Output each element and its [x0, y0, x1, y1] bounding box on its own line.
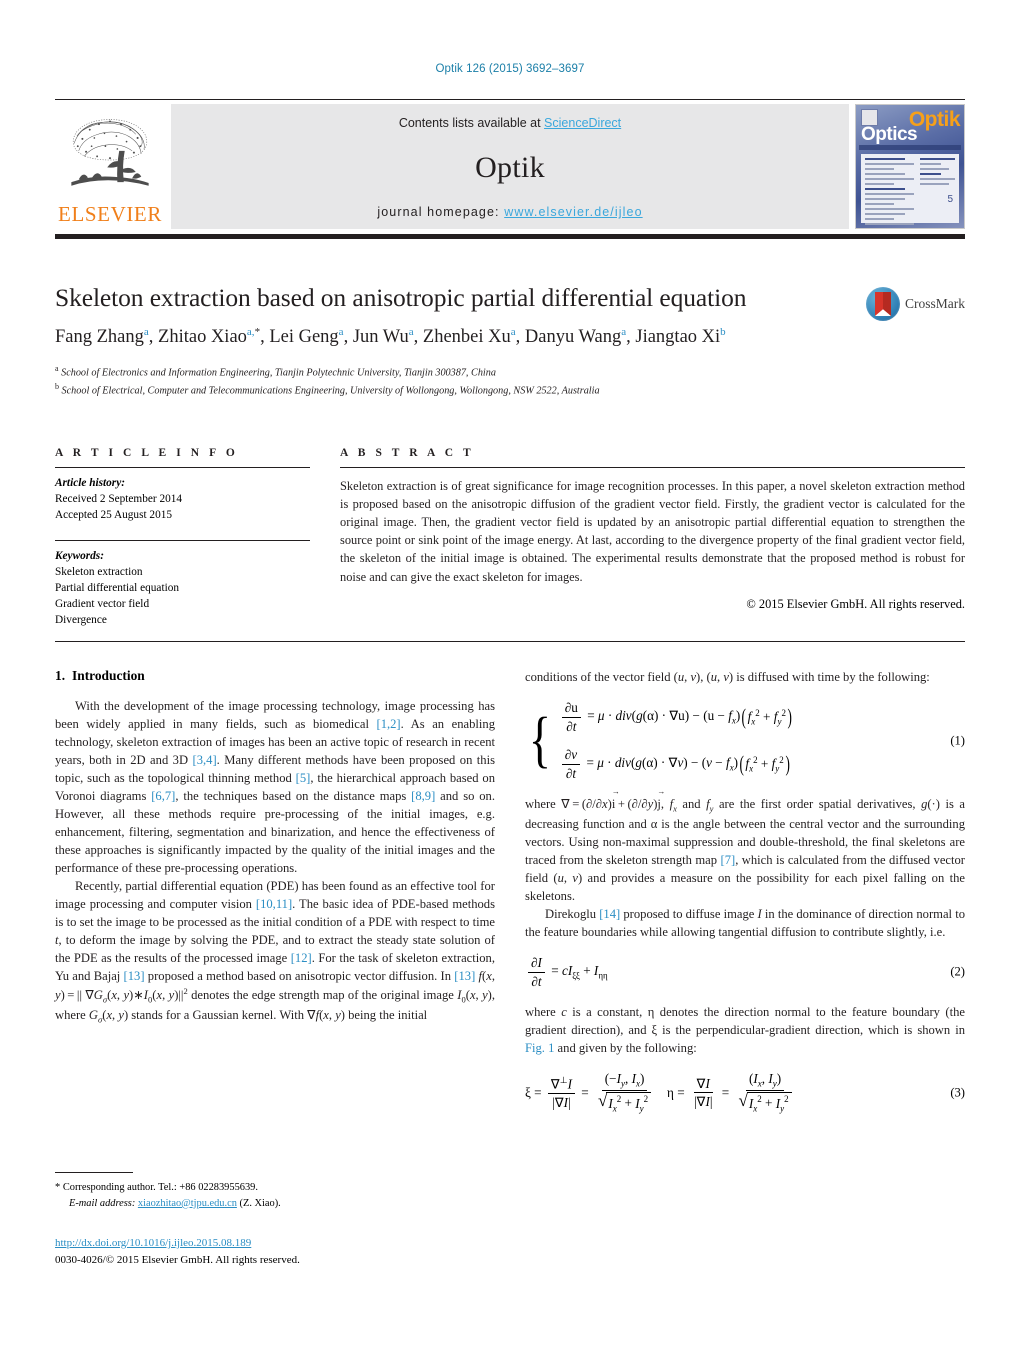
footnote-star: * [55, 1182, 61, 1193]
footnote-email-label: E-mail address: [69, 1197, 136, 1209]
article-info-rule [55, 467, 310, 468]
journal-homepage-link[interactable]: www.elsevier.de/ijleo [504, 205, 642, 219]
title-block: Skeleton extraction based on anisotropic… [55, 283, 965, 398]
history-accepted: Accepted 25 August 2015 [55, 509, 173, 522]
contents-prefix: Contents lists available at [398, 116, 545, 130]
equation-1: { ∂u ∂t = μ · div(g(α) · ∇u) − (u − fx) (… [525, 700, 965, 781]
cover-title-optics: Optics [861, 124, 918, 145]
section-title: Introduction [72, 668, 145, 683]
keyword-item: Divergence [55, 614, 107, 627]
intro-paragraph-1: With the development of the image proces… [55, 699, 496, 875]
keyword-item: Partial differential equation [55, 582, 180, 595]
journal-masthead: ELSEVIER Contents lists available at Sci… [55, 99, 965, 239]
cover-stripe [859, 145, 961, 150]
left-column: 1. Introduction With the development of t… [55, 668, 495, 1128]
author-list: Fang Zhanga, Zhitao Xiaoa,*, Lei Genga, … [55, 326, 726, 348]
doi-block: http://dx.doi.org/10.1016/j.ijleo.2015.0… [55, 1235, 495, 1268]
abstract-rule [340, 467, 965, 468]
masthead-bottom-rule [55, 234, 965, 239]
affiliation-b: b School of Electrical, Computer and Tel… [55, 381, 965, 399]
crossmark-badge[interactable]: CrossMark [866, 287, 965, 321]
keywords-rule [55, 540, 310, 542]
cover-issue-number: 5 [947, 194, 953, 205]
journal-cover-thumbnail: Optik Optics 5 [855, 104, 965, 229]
corresponding-author-footnote: * Corresponding author. Tel.: +86 022839… [55, 1172, 495, 1211]
equation-1-brace: { [528, 705, 552, 774]
crossmark-icon [866, 287, 900, 321]
equation-3-body: ξ = ∇⊥I |∇I| = (−Iy, Ix) √ Ix2 + Iy2 η = ∇… [525, 1071, 798, 1114]
page-title: Skeleton extraction based on anisotropic… [55, 283, 747, 312]
footnote-email-suffix: (Z. Xiao). [239, 1197, 281, 1209]
cover-contents-panel: 5 [861, 154, 959, 225]
running-head: Optik 126 (2015) 3692–3697 [435, 63, 585, 75]
intro-paragraph-2: Recently, partial differential equation … [55, 879, 495, 1025]
elsevier-tree-icon [71, 119, 149, 186]
article-info-heading: A R T I C L E I N F O [55, 447, 239, 459]
affiliation-a: a School of Electronics and Information … [55, 363, 965, 381]
affiliations: a School of Electronics and Information … [55, 363, 965, 398]
section-heading-introduction: 1. Introduction [55, 668, 495, 684]
footnote-rule [55, 1172, 133, 1173]
cover-column-left [865, 158, 914, 225]
masthead-top-rule [55, 99, 965, 100]
doi-link[interactable]: http://dx.doi.org/10.1016/j.ijleo.2015.0… [55, 1237, 251, 1249]
footnote-corresponding-line: * Corresponding author. Tel.: +86 022839… [55, 1180, 495, 1196]
article-history-label: Article history: [55, 477, 125, 489]
homepage-prefix: journal homepage: [377, 205, 500, 219]
info-abstract-block: A R T I C L E I N F O Article history: R… [55, 447, 965, 628]
abstract-copyright: © 2015 Elsevier GmbH. All rights reserve… [746, 596, 965, 611]
issn-copyright-line: 0030-4026/© 2015 Elsevier GmbH. All righ… [55, 1253, 300, 1266]
abstract-heading: A B S T R A C T [340, 447, 475, 459]
contents-available-line: Contents lists available at ScienceDirec… [399, 116, 621, 130]
sciencedirect-link[interactable]: ScienceDirect [544, 116, 621, 130]
article-history: Article history: Received 2 September 20… [55, 475, 310, 523]
elsevier-logo: ELSEVIER [55, 104, 165, 229]
paper-page: Optik 126 (2015) 3692–3697 ELSEVIER Cont… [0, 0, 1020, 1351]
cover-column-right [919, 158, 955, 219]
crossmark-label: CrossMark [905, 296, 965, 311]
equation-2-body: ∂I ∂t = cIξξ + Iηη [525, 955, 608, 989]
footnote-body: * Corresponding author. Tel.: +86 022839… [55, 1180, 495, 1211]
article-info-column: A R T I C L E I N F O Article history: R… [55, 447, 310, 628]
equation-1-number: (1) [950, 733, 965, 748]
equation-2: ∂I ∂t = cIξξ + Iηη (2) [525, 955, 965, 989]
equation-3: ξ = ∇⊥I |∇I| = (−Iy, Ix) √ Ix2 + Iy2 η = ∇… [525, 1071, 965, 1114]
section-number: 1. [55, 668, 66, 683]
equation-3-number: (3) [950, 1085, 965, 1100]
right-column: conditions of the vector field (u, v), (… [525, 668, 965, 1128]
right-paragraph-1: conditions of the vector field (u, v), (… [525, 670, 930, 684]
footnote-email-link[interactable]: xiaozhitao@tjpu.edu.cn [138, 1198, 237, 1209]
equation-1-line-2: ∂v ∂t = μ · div(g(α) · ∇v) − (v − fx) (fx… [559, 747, 793, 781]
elsevier-wordmark: ELSEVIER [58, 202, 162, 226]
equation-1-body: ∂u ∂t = μ · div(g(α) · ∇u) − (u − fx) (fx… [559, 700, 793, 781]
affiliation-text-a: School of Electronics and Information En… [61, 367, 496, 379]
keyword-item: Gradient vector field [55, 598, 150, 611]
keyword-item: Skeleton extraction [55, 566, 143, 579]
equation-1-line-1: ∂u ∂t = μ · div(g(α) · ∇u) − (u − fx) (fx… [559, 700, 793, 734]
masthead-center: Contents lists available at ScienceDirec… [171, 104, 849, 229]
keywords-list: Keywords: Skeleton extraction Partial di… [55, 548, 310, 628]
right-paragraph-3: Direkoglu [14] proposed to diffuse image… [525, 907, 965, 940]
footnote-corresponding-text: Corresponding author. Tel.: +86 02283955… [62, 1182, 258, 1193]
right-paragraph-2: where ∇ = (∂/∂x)i + (∂/∂y)j, fx and fy a… [525, 786, 965, 905]
history-received: Received 2 September 2014 [55, 493, 183, 506]
right-paragraph-4: where c is a constant, η denotes the dir… [525, 1005, 965, 1056]
footnote-email-line: E-mail address: xiaozhitao@tjpu.edu.cn (… [55, 1196, 495, 1212]
body-separator-rule [55, 641, 965, 642]
keywords-label: Keywords: [55, 550, 104, 563]
affiliation-marker-a: a [55, 364, 59, 374]
body-columns: 1. Introduction With the development of t… [55, 668, 965, 1128]
abstract-column: A B S T R A C T Skeleton extraction is o… [340, 447, 965, 628]
abstract-text: Skeleton extraction is of great signific… [340, 479, 965, 584]
affiliation-marker-b: b [55, 381, 59, 391]
affiliation-text-b: School of Electrical, Computer and Telec… [61, 385, 600, 397]
equation-2-number: (2) [950, 964, 965, 979]
journal-homepage-line: journal homepage: www.elsevier.de/ijleo [377, 205, 642, 219]
journal-title: Optik [475, 150, 545, 184]
